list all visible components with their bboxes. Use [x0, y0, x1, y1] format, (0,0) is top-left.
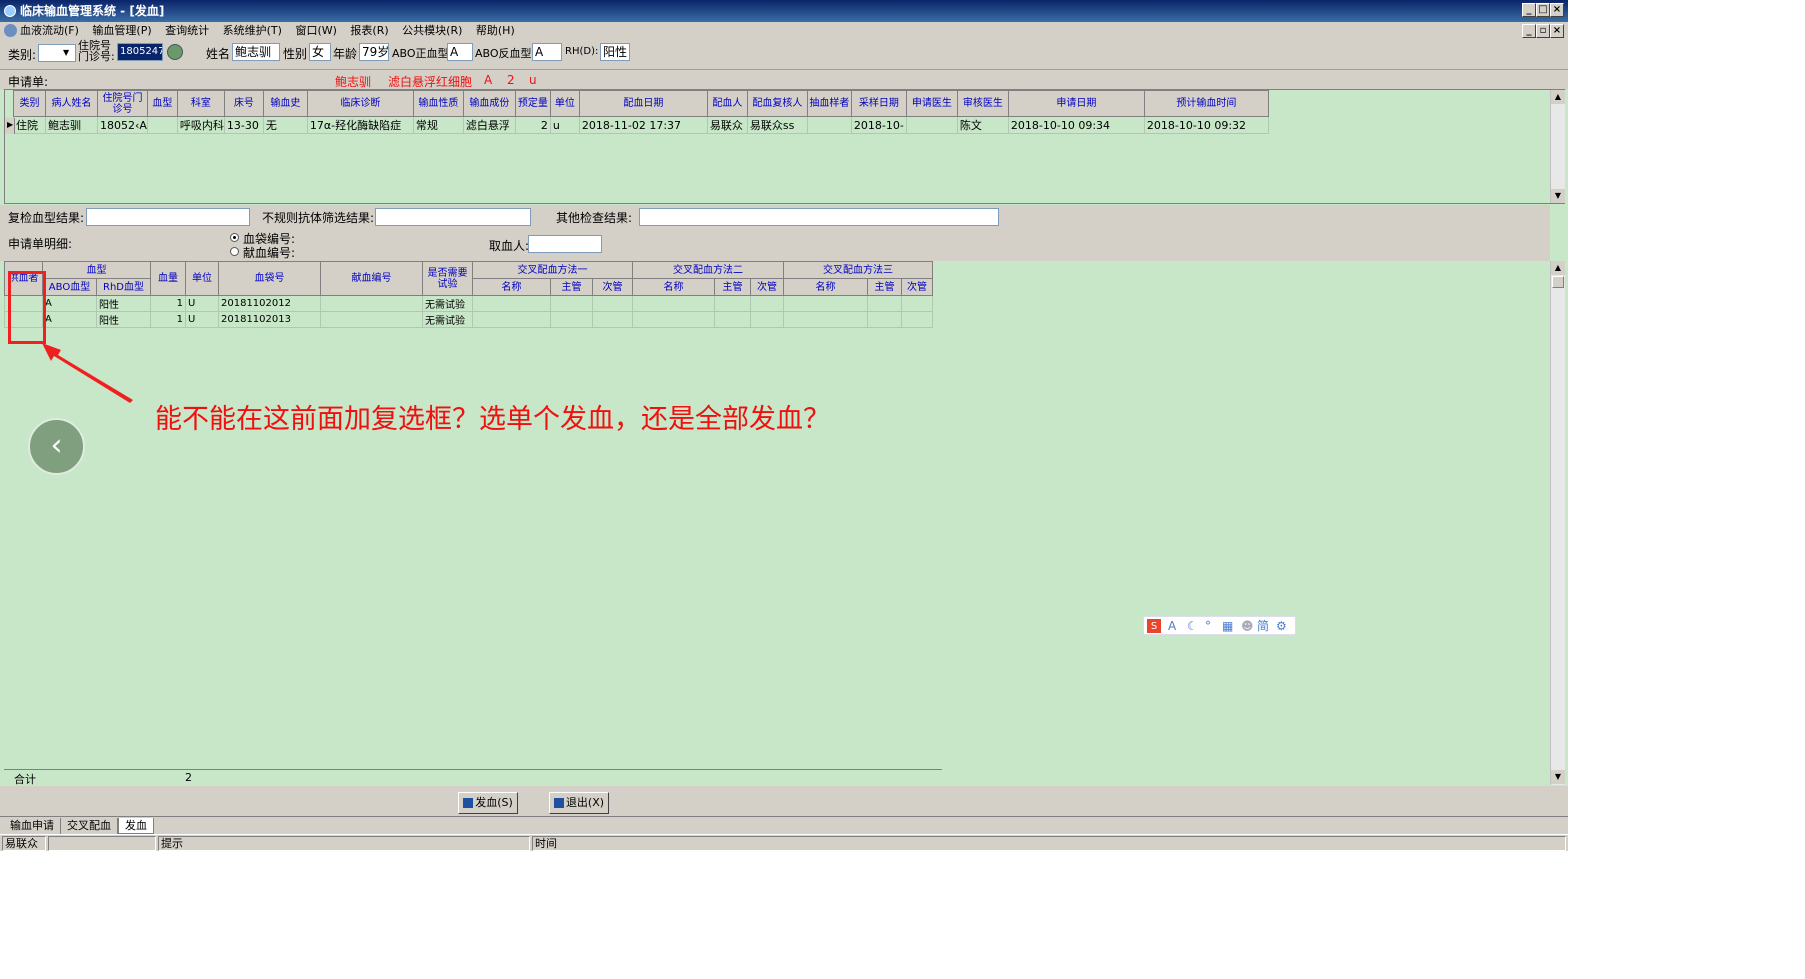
ime-letter-icon[interactable]: A — [1168, 618, 1176, 634]
annotation-arrow-icon — [42, 343, 133, 403]
back-nav-button[interactable]: ‹ — [28, 418, 85, 475]
ime-simplified-label[interactable]: 简 — [1257, 618, 1269, 634]
chevron-left-icon: ‹ — [50, 428, 63, 463]
annotation-highlight-box — [8, 271, 46, 344]
screenshot-stage: 临床输血管理系统 - [发血] _ □ × 血液流动(F) 输血管理(P) 查询… — [0, 0, 1568, 851]
ime-keyboard-icon[interactable]: ▦ — [1222, 618, 1233, 634]
ime-moon-icon[interactable]: ☾ — [1187, 618, 1198, 634]
ime-toolbar[interactable]: S A ☾ ° ▦ ☻ 简 ⚙ — [1143, 616, 1296, 635]
ime-logo-icon[interactable]: S — [1147, 619, 1161, 633]
ime-user-icon[interactable]: ☻ — [1241, 618, 1254, 634]
annotation-text: 能不能在这前面加复选框？选单个发血，还是全部发血？ — [155, 404, 830, 435]
ime-punctuation-icon[interactable]: ° — [1205, 618, 1211, 634]
ime-settings-gear-icon[interactable]: ⚙ — [1276, 618, 1287, 634]
